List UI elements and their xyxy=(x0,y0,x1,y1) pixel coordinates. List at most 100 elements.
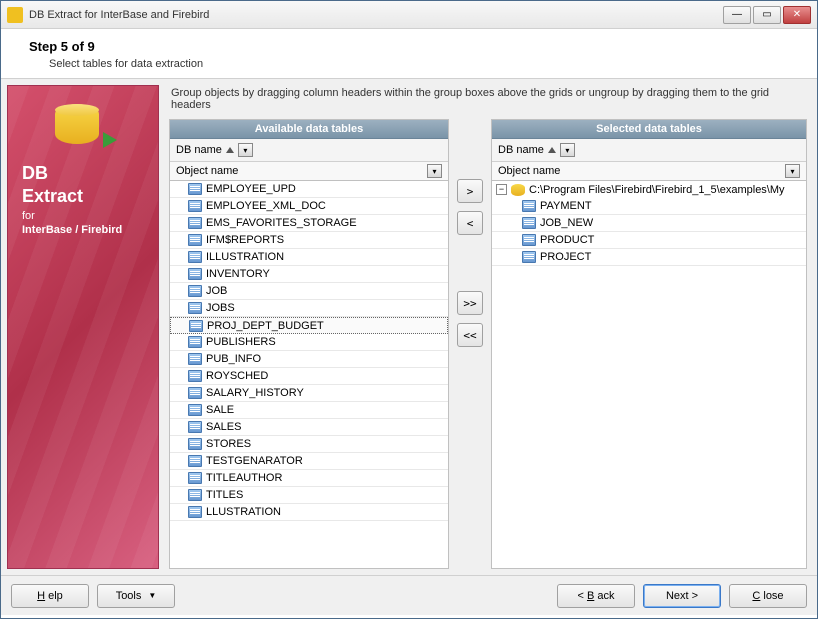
table-name: PAYMENT xyxy=(540,200,592,212)
table-row[interactable]: TESTGENARATOR xyxy=(170,453,448,470)
selected-column-header[interactable]: Object name ▾ xyxy=(492,162,806,181)
tools-button[interactable]: Tools▼ xyxy=(97,584,175,608)
table-icon xyxy=(188,251,202,263)
table-name: PUBLISHERS xyxy=(206,336,276,348)
table-name: JOB_NEW xyxy=(540,217,593,229)
remove-all-button[interactable]: << xyxy=(457,323,483,347)
wizard-sidebar: DB Extract for InterBase / Firebird xyxy=(7,85,159,569)
table-icon xyxy=(188,302,202,314)
add-button[interactable]: > xyxy=(457,179,483,203)
selected-group-header[interactable]: DB name ▾ xyxy=(492,139,806,162)
table-name: EMS_FAVORITES_STORAGE xyxy=(206,217,357,229)
table-row[interactable]: ILLUSTRATION xyxy=(170,249,448,266)
table-row[interactable]: TITLES xyxy=(170,487,448,504)
table-name: ROYSCHED xyxy=(206,370,268,382)
maximize-button[interactable]: ▭ xyxy=(753,6,781,24)
sort-asc-icon xyxy=(226,147,234,153)
table-row[interactable]: EMPLOYEE_UPD xyxy=(170,181,448,198)
table-row[interactable]: JOB_NEW xyxy=(492,215,806,232)
table-icon xyxy=(188,421,202,433)
column-dropdown-button[interactable]: ▾ xyxy=(785,164,800,178)
help-button[interactable]: Help xyxy=(11,584,89,608)
table-name: LLUSTRATION xyxy=(206,506,281,518)
available-tables-pane: Available data tables DB name ▾ Object n… xyxy=(169,119,449,569)
available-tables-list[interactable]: EMPLOYEE_UPD EMPLOYEE_XML_DOC EMS_FAVORITE… xyxy=(170,181,448,568)
table-icon xyxy=(188,438,202,450)
next-button[interactable]: Next > xyxy=(643,584,721,608)
table-icon xyxy=(188,285,202,297)
table-name: STORES xyxy=(206,438,251,450)
table-name: SALE xyxy=(206,404,234,416)
selected-tables-list[interactable]: −C:\Program Files\Firebird\Firebird_1_5\… xyxy=(492,181,806,568)
table-icon xyxy=(188,353,202,365)
available-title: Available data tables xyxy=(170,120,448,139)
collapse-icon[interactable]: − xyxy=(496,184,507,195)
database-icon xyxy=(511,184,525,196)
step-subtitle: Select tables for data extraction xyxy=(49,58,797,70)
window-title: DB Extract for InterBase and Firebird xyxy=(29,9,723,21)
table-icon xyxy=(188,268,202,280)
table-name: IFM$REPORTS xyxy=(206,234,284,246)
table-icon xyxy=(522,251,536,263)
wizard-footer: Help Tools▼ < Back Next > Close xyxy=(1,575,817,615)
table-name: JOBS xyxy=(206,302,235,314)
table-row[interactable]: TITLEAUTHOR xyxy=(170,470,448,487)
db-group-row[interactable]: −C:\Program Files\Firebird\Firebird_1_5\… xyxy=(492,181,806,198)
table-row[interactable]: LLUSTRATION xyxy=(170,504,448,521)
table-icon xyxy=(188,234,202,246)
remove-button[interactable]: < xyxy=(457,211,483,235)
selected-tables-pane: Selected data tables DB name ▾ Object na… xyxy=(491,119,807,569)
table-icon xyxy=(188,200,202,212)
table-icon xyxy=(522,234,536,246)
table-row[interactable]: PROJECT xyxy=(492,249,806,266)
table-icon xyxy=(188,370,202,382)
table-icon xyxy=(188,336,202,348)
step-title: Step 5 of 9 xyxy=(29,39,797,54)
close-window-button[interactable]: ✕ xyxy=(783,6,811,24)
titlebar: DB Extract for InterBase and Firebird — … xyxy=(1,1,817,29)
table-row[interactable]: JOB xyxy=(170,283,448,300)
minimize-button[interactable]: — xyxy=(723,6,751,24)
available-group-header[interactable]: DB name ▾ xyxy=(170,139,448,162)
add-all-button[interactable]: >> xyxy=(457,291,483,315)
table-row[interactable]: STORES xyxy=(170,436,448,453)
back-button[interactable]: < Back xyxy=(557,584,635,608)
column-dropdown-button[interactable]: ▾ xyxy=(427,164,442,178)
table-icon xyxy=(188,217,202,229)
table-name: JOB xyxy=(206,285,227,297)
table-icon xyxy=(522,200,536,212)
table-row[interactable]: EMPLOYEE_XML_DOC xyxy=(170,198,448,215)
grouping-hint: Group objects by dragging column headers… xyxy=(165,85,811,119)
group-dropdown-button[interactable]: ▾ xyxy=(238,143,253,157)
group-dropdown-button[interactable]: ▾ xyxy=(560,143,575,157)
table-row[interactable]: SALES xyxy=(170,419,448,436)
table-row[interactable]: PROJ_DEPT_BUDGET xyxy=(170,317,448,334)
table-name: PROJ_DEPT_BUDGET xyxy=(207,320,324,332)
table-row[interactable]: EMS_FAVORITES_STORAGE xyxy=(170,215,448,232)
table-name: PUB_INFO xyxy=(206,353,261,365)
table-name: EMPLOYEE_XML_DOC xyxy=(206,200,326,212)
table-name: PROJECT xyxy=(540,251,591,263)
table-name: SALES xyxy=(206,421,241,433)
table-row[interactable]: PRODUCT xyxy=(492,232,806,249)
table-row[interactable]: JOBS xyxy=(170,300,448,317)
table-row[interactable]: INVENTORY xyxy=(170,266,448,283)
table-row[interactable]: ROYSCHED xyxy=(170,368,448,385)
available-column-header[interactable]: Object name ▾ xyxy=(170,162,448,181)
table-row[interactable]: PUB_INFO xyxy=(170,351,448,368)
table-row[interactable]: PUBLISHERS xyxy=(170,334,448,351)
table-row[interactable]: SALARY_HISTORY xyxy=(170,385,448,402)
table-icon xyxy=(188,455,202,467)
table-icon xyxy=(188,387,202,399)
table-name: SALARY_HISTORY xyxy=(206,387,304,399)
product-name: DB Extract for InterBase / Firebird xyxy=(22,162,144,237)
close-button[interactable]: Close xyxy=(729,584,807,608)
table-name: PRODUCT xyxy=(540,234,594,246)
table-icon xyxy=(188,472,202,484)
table-row[interactable]: PAYMENT xyxy=(492,198,806,215)
table-icon xyxy=(522,217,536,229)
wizard-header: Step 5 of 9 Select tables for data extra… xyxy=(1,29,817,79)
table-row[interactable]: IFM$REPORTS xyxy=(170,232,448,249)
table-name: ILLUSTRATION xyxy=(206,251,284,263)
table-row[interactable]: SALE xyxy=(170,402,448,419)
